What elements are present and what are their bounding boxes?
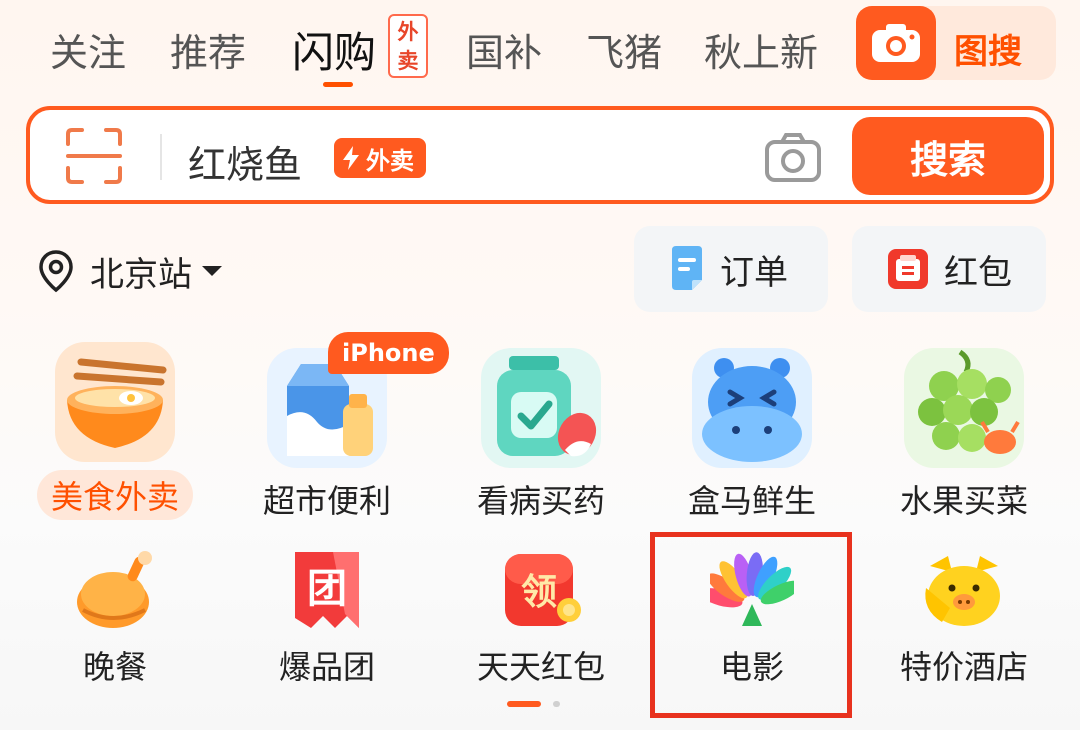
roast-chicken-icon bbox=[73, 548, 157, 632]
tab-recommend[interactable]: 推荐 bbox=[170, 22, 246, 77]
red-packet-label: 红包 bbox=[944, 252, 1012, 293]
tuan-glyph: 团 bbox=[307, 566, 347, 612]
lightning-icon bbox=[343, 146, 359, 170]
category-label: 天天红包 bbox=[476, 648, 605, 686]
category-label: 爆品团 bbox=[278, 648, 375, 686]
category-label: 晚餐 bbox=[82, 648, 147, 686]
iphone-promo-badge: iPhone bbox=[328, 332, 449, 374]
annotation-highlight-box bbox=[650, 532, 852, 718]
image-search-label: 图搜 bbox=[954, 32, 1022, 72]
pager-indicator-active bbox=[507, 701, 541, 707]
grapes-icon bbox=[902, 346, 1026, 470]
category-label: 水果买菜 bbox=[899, 482, 1028, 520]
tab-subsidy[interactable]: 国补 bbox=[466, 22, 542, 77]
location-pin-icon bbox=[39, 250, 73, 293]
top-tab-bar: 关注 推荐 闪购 外卖 国补 飞猪 秋上新 图搜 bbox=[0, 0, 1080, 100]
scan-icon[interactable] bbox=[64, 126, 124, 186]
active-tab-indicator bbox=[323, 82, 353, 87]
image-search-button[interactable]: 图搜 bbox=[856, 6, 1056, 80]
tab-fliggy[interactable]: 飞猪 bbox=[586, 22, 662, 77]
search-badge-label: 外卖 bbox=[366, 146, 414, 175]
search-input[interactable]: 红烧鱼 bbox=[188, 134, 302, 189]
camera-icon bbox=[856, 6, 936, 80]
category-label: 看病买药 bbox=[476, 482, 605, 520]
pig-icon bbox=[922, 548, 1006, 632]
tab-flash-buy[interactable]: 闪购 bbox=[292, 19, 376, 80]
red-packet-icon bbox=[888, 249, 928, 289]
category-label: 特价酒店 bbox=[899, 648, 1028, 686]
search-bar[interactable]: 红烧鱼 外卖 搜索 bbox=[26, 106, 1054, 204]
location-selector[interactable]: 北京站 bbox=[38, 246, 222, 296]
tab-autumn-new[interactable]: 秋上新 bbox=[704, 22, 818, 77]
search-divider bbox=[160, 134, 162, 180]
search-takeout-badge: 外卖 bbox=[334, 138, 426, 178]
order-icon bbox=[672, 246, 702, 290]
ling-coupon-icon: 领 bbox=[499, 548, 583, 632]
category-label: 美食外卖 bbox=[36, 470, 193, 520]
category-label: 盒马鲜生 bbox=[687, 482, 816, 520]
ling-glyph: 领 bbox=[521, 572, 557, 613]
location-label: 北京站 bbox=[90, 254, 192, 295]
noodle-bowl-icon bbox=[53, 340, 177, 464]
pager-indicator bbox=[553, 701, 560, 707]
medicine-jar-icon bbox=[479, 346, 603, 470]
tab-follow[interactable]: 关注 bbox=[50, 22, 126, 77]
takeout-tag: 外卖 bbox=[388, 14, 428, 78]
camera-icon[interactable] bbox=[764, 132, 822, 184]
search-button[interactable]: 搜索 bbox=[852, 117, 1044, 195]
category-label: 超市便利 bbox=[262, 482, 391, 520]
tuan-icon: 团 bbox=[285, 548, 369, 632]
orders-label: 订单 bbox=[720, 252, 788, 293]
hippo-icon bbox=[690, 346, 814, 470]
chevron-down-icon bbox=[202, 266, 222, 276]
red-packet-button[interactable]: 红包 bbox=[852, 226, 1046, 312]
orders-button[interactable]: 订单 bbox=[634, 226, 828, 312]
